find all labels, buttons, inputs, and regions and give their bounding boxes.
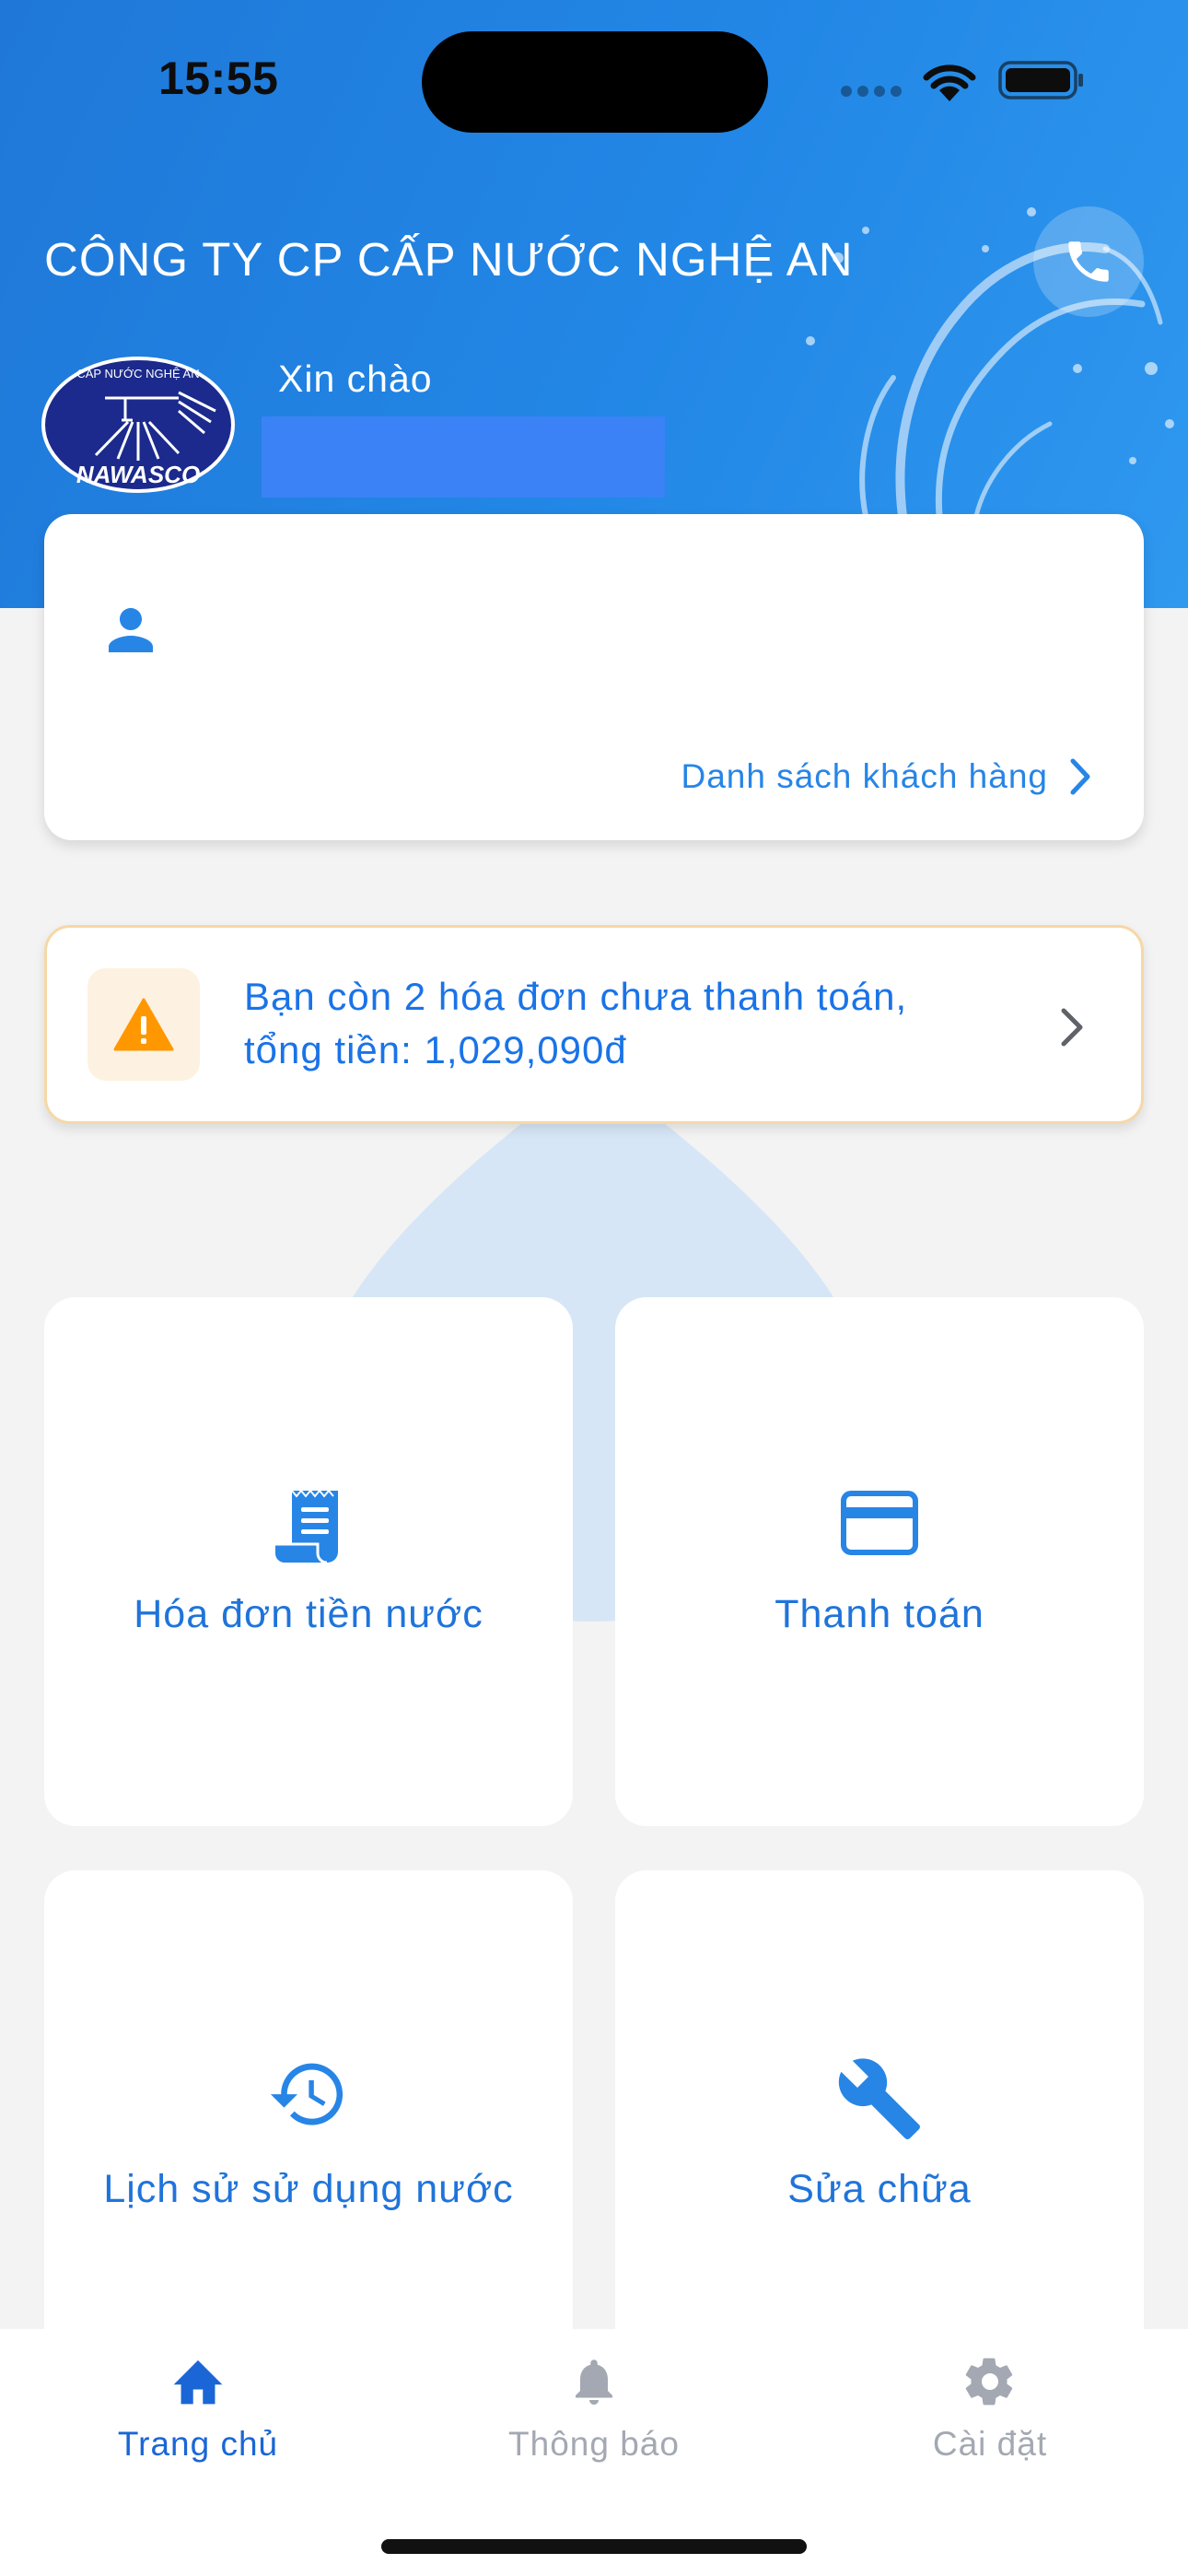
tab-settings[interactable]: Cài đặt	[792, 2329, 1188, 2513]
tile-payment[interactable]: Thanh toán	[615, 1297, 1144, 1826]
home-indicator	[381, 2539, 807, 2554]
customer-card[interactable]: Danh sách khách hàng	[44, 514, 1144, 840]
tab-notifications[interactable]: Thông báo	[396, 2329, 792, 2513]
chevron-right-icon	[1061, 1008, 1083, 1047]
phone-icon	[1068, 241, 1109, 282]
credit-card-icon	[841, 1491, 918, 1555]
tile-label: Lịch sử sử dụng nước	[103, 2167, 514, 2211]
customer-name-redacted	[262, 416, 665, 498]
tab-label: Thông báo	[508, 2425, 680, 2463]
tile-repair[interactable]: Sửa chữa	[615, 1870, 1144, 2399]
warning-icon	[113, 998, 174, 1051]
gear-icon	[965, 2358, 1013, 2406]
tile-water-bills[interactable]: Hóa đơn tiền nước	[44, 1297, 573, 1826]
status-time: 15:55	[158, 53, 279, 104]
nawasco-logo: CẤP NƯỚC NGHỆ AN NAWASCO	[41, 357, 235, 493]
receipt-icon	[275, 1489, 338, 1564]
svg-text:NAWASCO: NAWASCO	[76, 461, 200, 488]
svg-text:CẤP NƯỚC NGHỆ AN: CẤP NƯỚC NGHỆ AN	[76, 367, 199, 381]
wrench-icon	[838, 2058, 920, 2139]
tab-label: Cài đặt	[932, 2425, 1048, 2463]
chevron-right-icon	[1070, 758, 1090, 795]
alert-line-1: Bạn còn 2 hóa đơn chưa thanh toán,	[244, 975, 908, 1018]
company-title: CÔNG TY CP CẤP NƯỚC NGHỆ AN	[44, 233, 854, 286]
dynamic-island	[422, 31, 768, 133]
tab-label: Trang chủ	[117, 2425, 279, 2463]
alert-message: Bạn còn 2 hóa đơn chưa thanh toán, tổng …	[244, 970, 999, 1077]
greeting-label: Xin chào	[278, 357, 433, 400]
home-icon	[173, 2359, 223, 2405]
customer-list-link[interactable]: Danh sách khách hàng	[681, 757, 1093, 796]
tile-label: Sửa chữa	[787, 2167, 972, 2211]
history-icon	[270, 2063, 344, 2125]
customer-list-label: Danh sách khách hàng	[681, 757, 1048, 795]
alert-line-2: tổng tiền: 1,029,090đ	[244, 1028, 627, 1071]
tile-usage-history[interactable]: Lịch sử sử dụng nước	[44, 1870, 573, 2399]
battery-icon	[998, 61, 1083, 100]
tile-label: Hóa đơn tiền nước	[134, 1592, 483, 1636]
cellular-signal-icon	[841, 86, 902, 97]
call-button[interactable]	[1033, 206, 1144, 317]
wifi-icon	[923, 64, 976, 101]
tile-label: Thanh toán	[775, 1592, 984, 1636]
unpaid-bills-alert[interactable]: Bạn còn 2 hóa đơn chưa thanh toán, tổng …	[44, 925, 1144, 1124]
tab-home[interactable]: Trang chủ	[0, 2329, 396, 2513]
bell-icon	[576, 2359, 612, 2405]
warning-icon-box	[87, 968, 200, 1081]
person-icon	[109, 608, 153, 652]
